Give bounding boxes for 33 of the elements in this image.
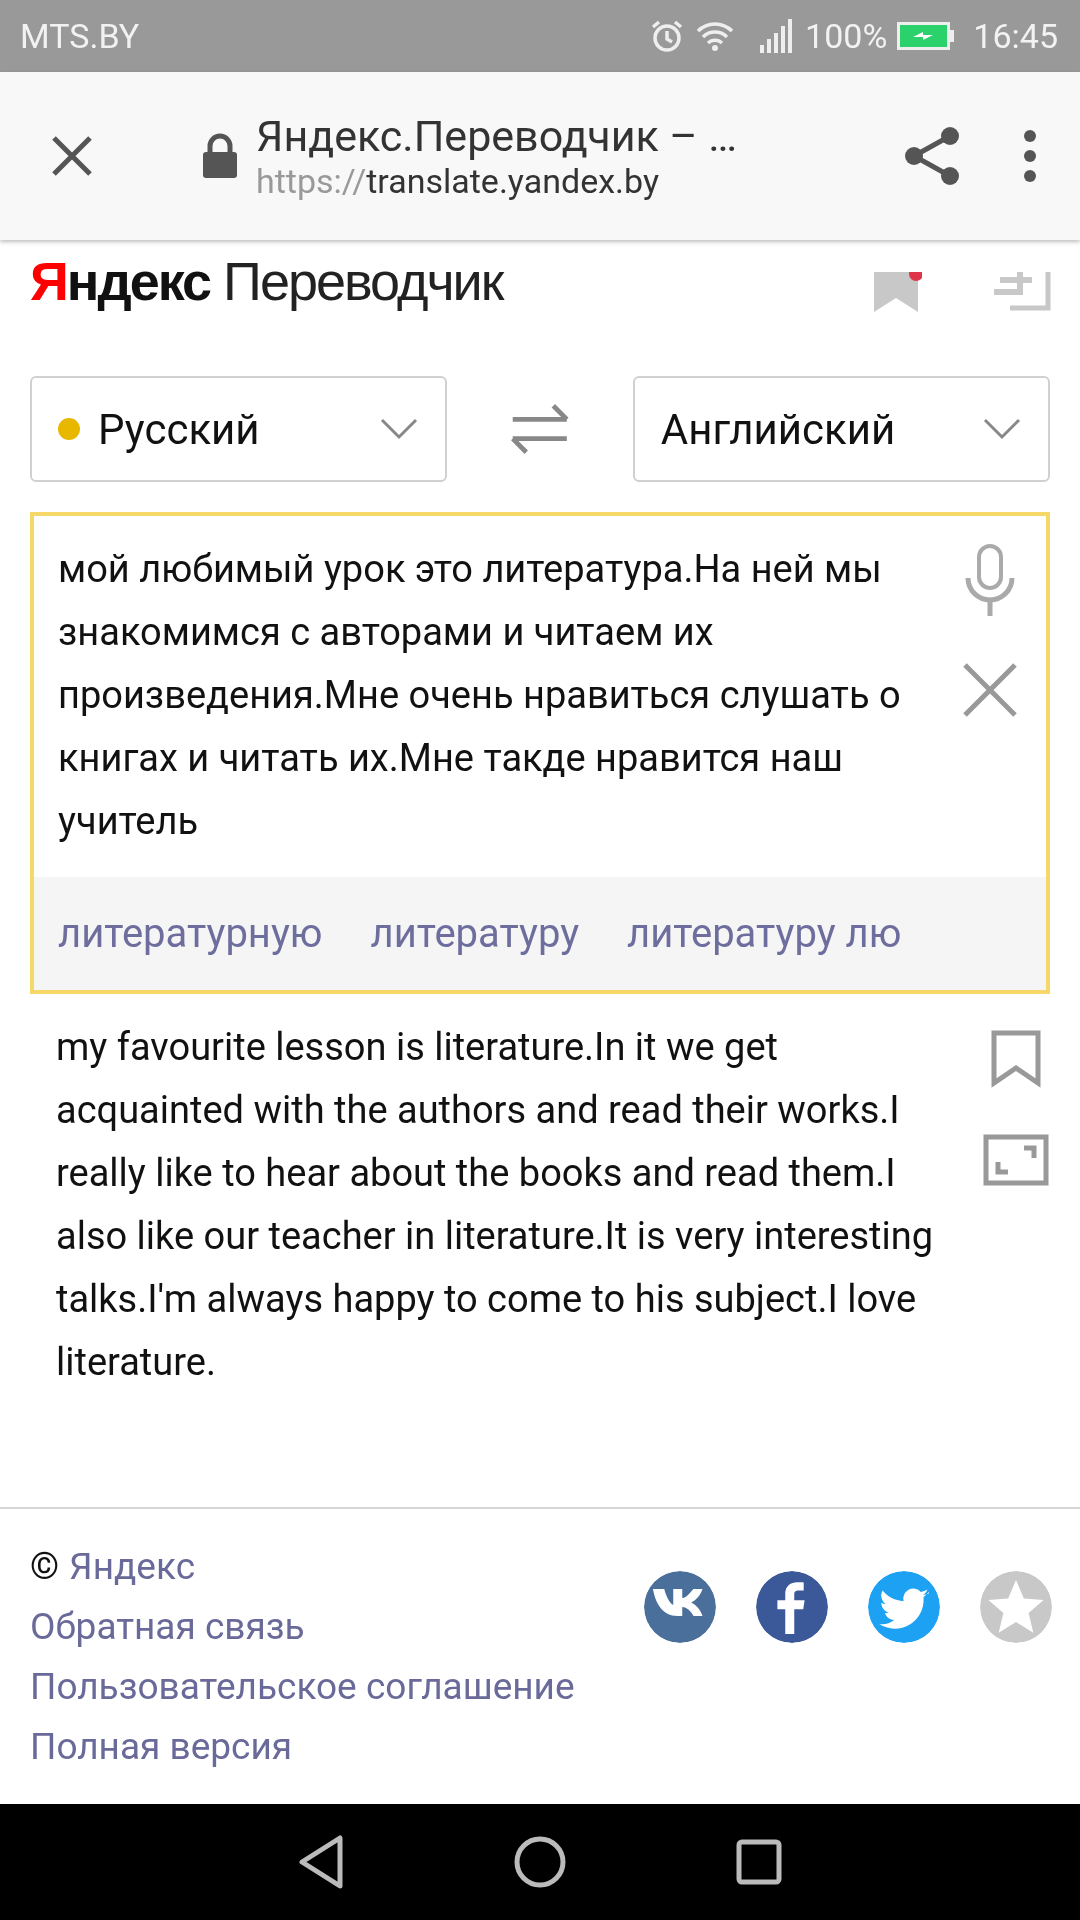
source-text-input[interactable]: мой любимый урок это литература.На ней мы знакомимся с авторами и читаем их произведения.Мне очень нравиться слушать о книгах и читать их.Мне такде нравится наш учитель bbox=[58, 538, 950, 853]
page-title: Яндекс.Переводчик – … bbox=[256, 111, 739, 161]
lock-icon bbox=[202, 133, 238, 179]
footer-link[interactable]: Пользовательское соглашение bbox=[30, 1657, 575, 1717]
clock-time: 16:45 bbox=[973, 16, 1058, 56]
footer-link[interactable]: Обратная связь bbox=[30, 1597, 305, 1657]
recents-icon[interactable] bbox=[736, 1839, 782, 1885]
facebook-share-icon[interactable] bbox=[756, 1571, 828, 1643]
yandex-translate-logo[interactable]: Яндекс Переводчик bbox=[30, 249, 503, 312]
battery-charging-icon bbox=[897, 22, 956, 50]
source-language-select[interactable]: Русский bbox=[30, 376, 448, 482]
suggestion-chip[interactable]: литературную bbox=[58, 910, 323, 957]
fullscreen-icon[interactable] bbox=[983, 1134, 1049, 1186]
carrier-name: MTS.BY bbox=[20, 16, 140, 56]
bookmark-icon[interactable] bbox=[991, 1030, 1041, 1088]
page-url[interactable]: https://translate.yandex.by bbox=[256, 161, 900, 201]
back-icon[interactable] bbox=[298, 1834, 344, 1890]
chevron-down-icon bbox=[379, 417, 420, 441]
yandex-link[interactable]: Яндекс bbox=[69, 1537, 195, 1597]
home-icon[interactable] bbox=[514, 1836, 566, 1888]
wifi-icon bbox=[695, 20, 736, 52]
battery-percent: 100% bbox=[805, 16, 888, 56]
footer-link[interactable]: Полная версия bbox=[30, 1717, 293, 1777]
suggestion-chip[interactable]: литературу bbox=[370, 910, 580, 957]
twitter-share-icon[interactable] bbox=[868, 1571, 940, 1643]
vk-share-icon[interactable] bbox=[644, 1571, 716, 1643]
copyright-sign: © bbox=[30, 1544, 60, 1590]
translation-text: my favourite lesson is literature.In it we get acquainted with the authors and read their works.I really like to hear about the books and read them.I also like our teacher in literature.It is very interesting talks.I'm always happy to come to his subject.I love literature. bbox=[56, 1024, 935, 1386]
target-language-select[interactable]: Английский bbox=[632, 376, 1050, 482]
suggestion-chip[interactable]: литературу лю bbox=[627, 910, 902, 957]
bookmark-icon[interactable] bbox=[872, 272, 922, 312]
chevron-down-icon bbox=[982, 417, 1022, 441]
clear-icon[interactable] bbox=[962, 662, 1018, 718]
